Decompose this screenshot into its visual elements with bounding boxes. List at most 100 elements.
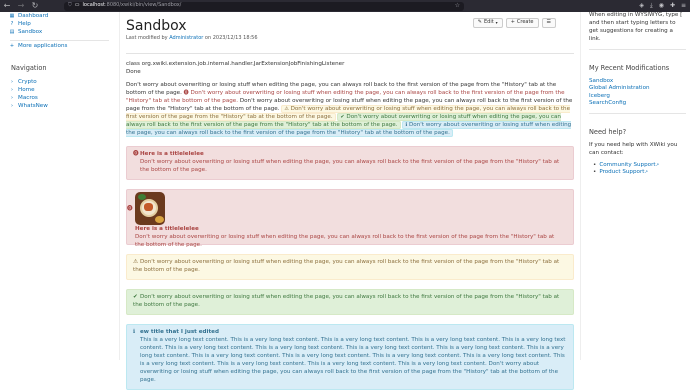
- bookmark-star-icon[interactable]: ☆: [455, 2, 460, 11]
- account-icon[interactable]: ◉: [659, 2, 664, 11]
- help-icon: ?: [10, 21, 14, 28]
- pencil-icon: ✎: [477, 19, 482, 26]
- success-box: ✔ Don't worry about overwriting or losing…: [126, 289, 574, 315]
- divider: [589, 48, 686, 50]
- edit-label: Edit: [483, 19, 494, 26]
- app-item-label: Help: [18, 21, 31, 28]
- menu-icon[interactable]: ≡: [681, 2, 686, 11]
- help-link-label: Community Support: [599, 161, 656, 168]
- main-content: Sandbox Last modified by Administrator o…: [120, 12, 580, 390]
- recent-mod-link[interactable]: SearchConfig: [589, 100, 686, 108]
- divider: [589, 112, 686, 114]
- app-item-sandbox[interactable]: ▤ Sandbox: [0, 29, 119, 37]
- success-box-text: Don't worry about overwriting or losing …: [133, 294, 560, 309]
- browser-toolbar: ← → ↻ ⛉ ▭ localhost :8080/xwiki/bin/view…: [0, 0, 690, 12]
- warning-box-text: Don't worry about overwriting or losing …: [133, 259, 560, 274]
- chevron-right-icon[interactable]: ›: [9, 95, 15, 102]
- class-line: class org.xwiki.extension.job.internal.h…: [126, 61, 345, 67]
- create-button[interactable]: + Create: [505, 18, 539, 28]
- warning-box: ⚠ Don't worry about overwriting or losing…: [126, 254, 574, 281]
- product-support-link[interactable]: Product Support↗: [589, 169, 686, 177]
- shield-icon: ⛉: [68, 2, 72, 9]
- app-item-label: Dashboard: [18, 13, 49, 20]
- more-applications-link[interactable]: + More applications: [0, 43, 119, 51]
- help-text: If you need help with XWiki you can cont…: [589, 141, 678, 156]
- paragraph-text-page: page.: [166, 89, 182, 96]
- meta-author-link[interactable]: Administrator: [169, 35, 203, 41]
- help-link-label: Product Support: [599, 169, 645, 176]
- recent-mod-link[interactable]: Sandbox: [589, 78, 686, 86]
- check-icon: ✔: [133, 294, 138, 301]
- forward-icon[interactable]: →: [14, 0, 28, 12]
- info-icon: ℹ: [405, 121, 408, 128]
- extensions-icon[interactable]: ✚: [670, 2, 675, 11]
- nav-tree-item-macros[interactable]: › Macros: [0, 95, 119, 103]
- create-label: Create: [516, 19, 534, 26]
- left-panel: ▦ Dashboard ? Help ▤ Sandbox + More appl…: [0, 12, 120, 360]
- done-line: Done: [126, 68, 141, 75]
- title-divider: [126, 53, 574, 54]
- meta-date: on 2023/12/13 18:56: [204, 35, 258, 41]
- external-link-icon: ↗: [655, 161, 659, 167]
- url-bar[interactable]: ⛉ ▭ localhost :8080/xwiki/bin/view/Sandb…: [64, 1, 464, 11]
- more-actions-button[interactable]: ☰: [541, 18, 556, 28]
- info-icon: ℹ: [133, 329, 136, 335]
- info-box: ℹ ew title that I just edited This is a v…: [126, 324, 574, 390]
- url-path: :8080/xwiki/bin/view/Sandbox/: [104, 2, 182, 9]
- error-box: ⓿Here is a titlelelelee Don't worry abou…: [126, 146, 574, 181]
- error-icon: ⓿: [133, 151, 139, 158]
- navigation-heading: Navigation: [11, 64, 47, 72]
- recent-modifications-heading: My Recent Modifications: [589, 63, 670, 72]
- right-panel: When editing in WYSIWYG, type [ and then…: [580, 12, 690, 360]
- nav-tree-label: Home: [18, 87, 35, 94]
- plus-icon: +: [510, 19, 515, 26]
- plus-icon: +: [9, 43, 15, 50]
- reload-icon[interactable]: ↻: [28, 0, 42, 12]
- meta-prefix: Last modified by: [126, 35, 168, 41]
- nav-tree-item-whatsnew[interactable]: › WhatsNew: [0, 103, 119, 111]
- error-box-body: Don't worry about overwriting or losing …: [140, 159, 560, 174]
- error-icon: ⓿: [127, 206, 133, 213]
- mixed-paragraph: Don't worry about overwriting or losing …: [126, 82, 576, 138]
- edit-button[interactable]: ✎ Edit ▾: [472, 18, 503, 28]
- info-box-title: ew title that I just edited: [140, 329, 219, 335]
- more-actions-icon: ☰: [546, 19, 551, 26]
- url-host: localhost: [82, 2, 105, 9]
- recent-mod-link[interactable]: Iceberg: [589, 93, 686, 101]
- error-icon: ⓿: [183, 89, 189, 96]
- chevron-right-icon[interactable]: ›: [9, 103, 15, 110]
- wysiwyg-tip: When editing in WYSIWYG, type [ and then…: [589, 12, 683, 42]
- external-link-icon: ↗: [644, 169, 648, 175]
- more-applications-label: More applications: [18, 43, 68, 50]
- recent-mod-link[interactable]: Global Administration: [589, 85, 686, 93]
- chevron-down-icon: ▾: [495, 20, 498, 26]
- community-support-link[interactable]: Community Support↗: [589, 162, 686, 170]
- nav-tree-item-home[interactable]: › Home: [0, 87, 119, 95]
- error-box2-title: Here is a titlelelelee: [135, 226, 199, 233]
- app-item-help[interactable]: ? Help: [0, 21, 119, 29]
- pocket-icon[interactable]: ◈: [639, 2, 644, 11]
- check-icon: ✔: [340, 113, 345, 120]
- page-info-icon: ▭: [74, 2, 80, 9]
- nav-tree-label: WhatsNew: [18, 103, 48, 110]
- app-item-dashboard[interactable]: ▦ Dashboard: [0, 13, 119, 21]
- info-box-body: This is a very long text content. This i…: [140, 336, 566, 383]
- page-icon: ▤: [9, 29, 15, 36]
- app-item-label: Sandbox: [18, 29, 43, 36]
- chevron-right-icon[interactable]: ›: [9, 87, 15, 94]
- food-image: [135, 192, 165, 226]
- warning-icon: ⚠: [133, 259, 139, 266]
- nav-tree-item-crypto[interactable]: › Crypto: [0, 79, 119, 87]
- back-icon[interactable]: ←: [0, 0, 14, 12]
- error-box-title: Here is a titlelelelee: [140, 151, 204, 158]
- need-help-heading: Need help?: [589, 127, 627, 136]
- error-box2-body: Don't worry about overwriting or losing …: [135, 234, 555, 249]
- chevron-right-icon[interactable]: ›: [9, 79, 15, 86]
- download-icon[interactable]: ⤓: [650, 2, 653, 11]
- nav-tree-label: Macros: [18, 95, 38, 102]
- error-box-with-image: ⓿ Here is a titlelelelee Don't worry abo…: [126, 189, 574, 248]
- divider: [10, 40, 109, 41]
- page-meta: Last modified by Administrator on 2023/1…: [126, 35, 580, 44]
- warning-icon: ⚠: [284, 105, 289, 112]
- nav-tree-label: Crypto: [18, 79, 37, 86]
